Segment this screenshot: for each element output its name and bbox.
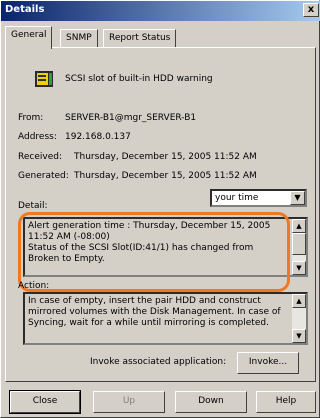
received-value: Thursday, December 15, 2005 11:52 AM [74, 152, 257, 162]
help-button[interactable]: Help [256, 391, 316, 413]
scroll-down-icon[interactable]: ▼ [292, 261, 306, 275]
time-zone-value: your time [215, 193, 259, 203]
action-line: Syncing, wait for a while until mirrorin… [28, 318, 269, 328]
tab-general[interactable]: General [5, 26, 53, 49]
down-button[interactable]: Down [175, 391, 247, 413]
alert-title: SCSI slot of built-in HDD warning [65, 74, 213, 84]
action-label: Action: [18, 281, 50, 291]
detail-label: Detail: [18, 201, 48, 211]
title-bar[interactable]: Details x [1, 1, 320, 21]
action-textbox[interactable]: In case of empty, insert the pair HDD an… [23, 292, 308, 345]
invoke-label: Invoke associated application: [90, 357, 227, 367]
highlight-annotation [18, 212, 290, 292]
action-text: In case of empty, insert the pair HDD an… [28, 296, 288, 329]
details-dialog: Details x General SNMP Report Status SCS… [0, 0, 320, 418]
action-line: mirrored volumes with the Disk Managemen… [28, 307, 281, 317]
close-button[interactable]: Close [9, 390, 81, 414]
from-value: SERVER-B1@mgr_SERVER-B1 [65, 113, 197, 123]
close-window-button[interactable]: x [303, 3, 319, 17]
tab-general-label: General [11, 30, 47, 40]
received-label: Received: [18, 152, 62, 162]
address-value: 192.168.0.137 [65, 132, 131, 142]
action-line: In case of empty, insert the pair HDD an… [28, 296, 261, 306]
tab-report-status-label: Report Status [109, 33, 171, 43]
tab-snmp[interactable]: SNMP [60, 29, 98, 48]
generated-value: Thursday, December 15, 2005 11:52 AM [74, 171, 257, 181]
address-label: Address: [18, 132, 57, 142]
action-scrollbar[interactable]: ▲ ▼ [292, 294, 306, 343]
detail-scrollbar[interactable]: ▲ ▼ [292, 219, 306, 275]
window-title: Details [5, 4, 45, 15]
scroll-up-icon[interactable]: ▲ [292, 219, 306, 233]
scroll-thumb[interactable] [292, 233, 306, 255]
tab-report-status[interactable]: Report Status [103, 29, 177, 48]
tab-snmp-label: SNMP [66, 33, 92, 43]
up-button[interactable]: Up [93, 391, 165, 413]
server-warning-icon [35, 71, 53, 87]
time-zone-select[interactable]: your time ▼ [210, 189, 307, 207]
scroll-down-icon[interactable]: ▼ [292, 329, 306, 343]
invoke-button[interactable]: Invoke... [237, 352, 299, 374]
chevron-down-icon[interactable]: ▼ [290, 191, 305, 205]
scroll-up-icon[interactable]: ▲ [292, 294, 306, 308]
from-label: From: [18, 113, 44, 123]
generated-label: Generated: [18, 171, 69, 181]
